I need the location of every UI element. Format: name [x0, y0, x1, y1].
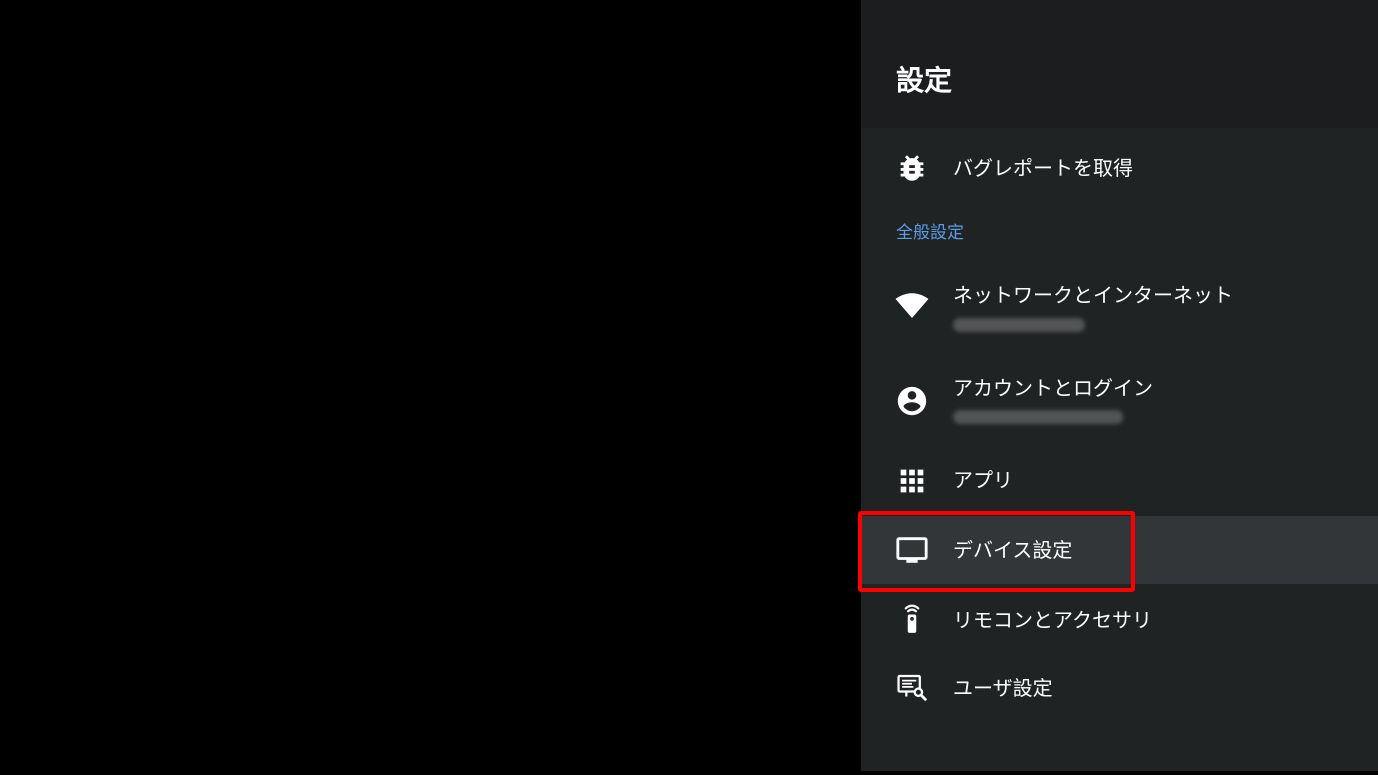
bug-icon: [895, 151, 929, 185]
network-subtitle-redacted: [953, 318, 1085, 332]
settings-panel: 設定 バグレポートを取得 全般設定 ネットワークとインターネット アカウントとロ…: [861, 0, 1378, 771]
settings-item-remotes[interactable]: リモコンとアクセサリ: [861, 586, 1378, 654]
panel-header: 設定: [861, 0, 1378, 128]
remotes-label: リモコンとアクセサリ: [953, 608, 1152, 632]
account-circle-icon: [895, 384, 929, 418]
settings-item-user[interactable]: ユーザ設定: [861, 654, 1378, 722]
settings-item-accounts[interactable]: アカウントとログイン: [861, 360, 1378, 444]
bug-report-item[interactable]: バグレポートを取得: [861, 134, 1378, 202]
accounts-label: アカウントとログイン: [953, 376, 1153, 400]
remote-icon: [895, 601, 929, 635]
user-settings-label: ユーザ設定: [953, 676, 1053, 700]
network-label: ネットワークとインターネット: [953, 283, 1233, 307]
tv-icon: [895, 533, 929, 567]
wifi-icon: [895, 289, 929, 323]
apps-label: アプリ: [953, 468, 1013, 492]
settings-item-apps[interactable]: アプリ: [861, 448, 1378, 514]
panel-title: 設定: [896, 64, 953, 97]
background-content-area: [0, 0, 861, 775]
settings-item-network[interactable]: ネットワークとインターネット: [861, 268, 1378, 352]
section-header-general: 全般設定: [896, 223, 964, 243]
bug-report-label: バグレポートを取得: [953, 156, 1133, 180]
user-settings-icon: [895, 671, 929, 705]
device-label: デバイス設定: [953, 538, 1073, 562]
apps-grid-icon: [895, 464, 929, 498]
settings-item-device[interactable]: デバイス設定: [861, 516, 1378, 584]
accounts-subtitle-redacted: [953, 410, 1123, 424]
